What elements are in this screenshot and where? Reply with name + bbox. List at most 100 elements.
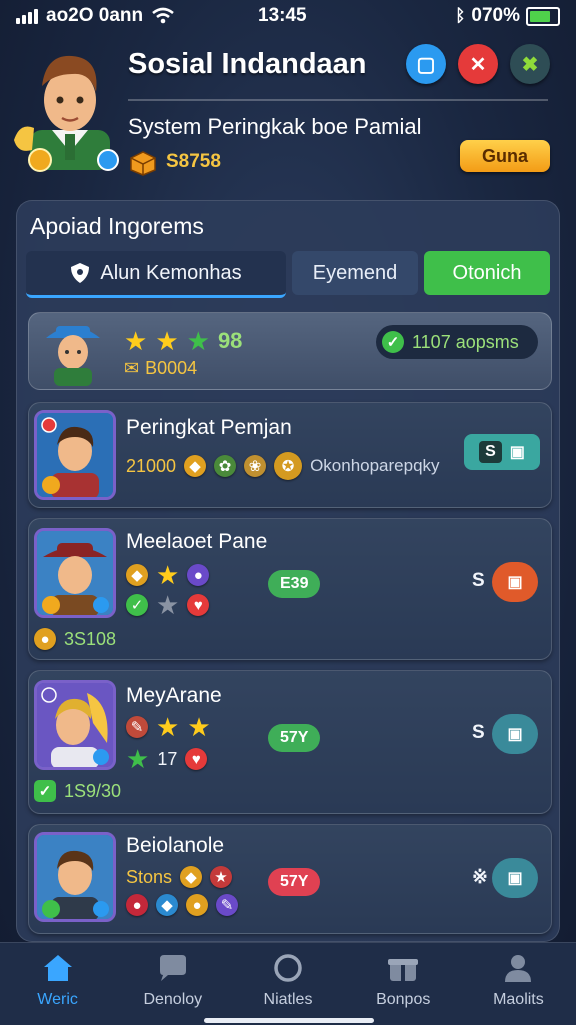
coin-balance: S8758 xyxy=(128,148,221,176)
player-points-value: 1S9/30 xyxy=(64,780,122,801)
coin-icon: ● xyxy=(34,628,56,650)
panel-title: Apoiad Ingorems xyxy=(30,213,204,239)
player-points-value: 3S108 xyxy=(64,628,117,649)
my-score: 98 xyxy=(217,328,243,353)
bottom-nav: Weric Denoloy Niatles Bonpos Maolits xyxy=(0,942,576,1025)
heart-icon: ♥ xyxy=(185,748,208,770)
status-left: ao2O 0ann xyxy=(16,5,175,27)
close-button[interactable]: ✕ xyxy=(458,44,498,84)
shirt-icon: ▣ xyxy=(507,574,523,591)
tab-bar: Alun Kemonhas Eyemend Otonich xyxy=(26,251,550,298)
check-icon: ✓ xyxy=(34,780,56,802)
treasure-icon xyxy=(130,151,156,176)
clock-text: 13:45 xyxy=(258,5,307,26)
my-points: ✉ B0004 xyxy=(124,358,197,379)
home-indicator xyxy=(204,1018,374,1023)
user-icon xyxy=(505,955,532,982)
coin-icon: ◆ xyxy=(184,455,207,477)
tools-icon: ✖ xyxy=(521,53,539,76)
nav-chat[interactable]: Denoloy xyxy=(115,943,230,1025)
page-title: Sosial Indandaan xyxy=(128,48,367,80)
tab-global[interactable]: Otonich xyxy=(424,251,550,295)
my-points-pill: ✓ 1107 aopsms xyxy=(376,325,538,359)
header-divider xyxy=(128,99,548,101)
player-portrait xyxy=(34,680,116,770)
shirt-icon: ▣ xyxy=(509,444,525,461)
my-stars: ★ ★ ★ 98 xyxy=(124,328,242,354)
gem-icon: ◆ xyxy=(156,894,178,916)
leaf-icon: ✿ xyxy=(214,455,237,477)
star-icon: ★ xyxy=(186,326,210,356)
player-caption: Okonhoparepqky xyxy=(310,456,440,475)
coin-icon: ◆ xyxy=(126,564,148,586)
envelope-icon: ✉ xyxy=(124,358,140,378)
home-icon xyxy=(43,955,72,981)
shield-icon xyxy=(71,263,90,283)
nav-profile[interactable]: Maolits xyxy=(461,943,576,1025)
my-avatar xyxy=(46,326,100,386)
feather-icon: ✎ xyxy=(126,716,148,738)
nav-bonus[interactable]: Bonpos xyxy=(346,943,461,1025)
bluetooth-icon: ᛒ xyxy=(455,6,466,25)
player-badges-top: ✎ ★ ★ xyxy=(126,712,211,742)
player-stats: 21000 ◆ ✿ ❀ ✪ Okonhoparepqky xyxy=(126,452,440,480)
player-portrait xyxy=(34,410,116,500)
action-tag: S xyxy=(479,441,502,463)
nav-matches-label: Niatles xyxy=(263,991,313,1008)
flower-icon: ❀ xyxy=(244,455,267,477)
star-icon: ★ xyxy=(126,744,150,774)
settings-button[interactable]: ✖ xyxy=(510,44,550,84)
player-avatar[interactable] xyxy=(10,42,120,172)
coin-value: S8758 xyxy=(166,151,221,172)
player-action-button[interactable]: S ▣ xyxy=(464,434,540,470)
level-tag: 57Y xyxy=(268,868,321,896)
player-action-button[interactable]: ▣ xyxy=(492,714,538,754)
star-icon: ★ xyxy=(156,560,180,590)
check-icon: ✓ xyxy=(382,331,404,353)
side-value: ※ xyxy=(472,867,488,888)
player-name: MeyArane xyxy=(126,684,222,707)
chat-icon xyxy=(159,955,186,981)
player-points-label: Stons xyxy=(126,866,173,887)
nav-home[interactable]: Weric xyxy=(0,943,115,1025)
shirt-icon: ▣ xyxy=(507,870,523,887)
gem-icon: ● xyxy=(187,564,210,586)
sub-value: 17 xyxy=(157,748,178,769)
heart-icon: ♥ xyxy=(187,594,210,616)
shield-badge-icon: ✓ xyxy=(126,594,148,616)
gift-icon xyxy=(388,959,419,981)
player-action-button[interactable]: ▣ xyxy=(492,858,538,898)
player-badges-top: ◆ ★ ● xyxy=(126,560,210,590)
pill-text: 1107 aopsms xyxy=(412,331,519,352)
star-icon: ★ xyxy=(156,712,180,742)
nav-matches[interactable]: Niatles xyxy=(230,943,345,1025)
star-icon: ★ xyxy=(124,326,148,356)
coin-icon: ◆ xyxy=(180,866,203,888)
player-points: ● 3S108 xyxy=(34,628,116,650)
carrier-text: ao2O 0ann xyxy=(46,5,144,26)
star-badge-icon: ★ xyxy=(210,866,233,888)
tab-friends[interactable]: Eyemend xyxy=(292,251,418,295)
player-portrait xyxy=(34,528,116,618)
nav-bonus-label: Bonpos xyxy=(376,991,431,1008)
player-badges-bottom: ✓ ★ ♥ xyxy=(126,592,210,618)
player-action-button[interactable]: ▣ xyxy=(492,562,538,602)
medal-icon: ✪ xyxy=(274,452,303,480)
player-portrait xyxy=(34,832,116,922)
star-icon: ★ xyxy=(187,712,211,742)
use-button[interactable]: Guna xyxy=(460,140,550,172)
my-points-value: B0004 xyxy=(145,358,198,378)
player-points: ✓ 1S9/30 xyxy=(34,780,121,802)
chat-button[interactable]: ▢ xyxy=(406,44,446,84)
tab-all[interactable]: Alun Kemonhas xyxy=(26,251,286,298)
side-value: S xyxy=(472,722,485,743)
nav-chat-label: Denoloy xyxy=(143,991,203,1008)
player-badges-top: Stons ◆ ★ xyxy=(126,866,233,888)
player-badges-bottom: ★ 17 ♥ xyxy=(126,744,208,774)
star-icon: ★ xyxy=(155,326,179,356)
circle-icon xyxy=(274,954,302,982)
shirt-icon: ▣ xyxy=(507,726,523,743)
player-name: Meelaoet Pane xyxy=(126,530,268,553)
status-right: ᛒ 070% xyxy=(455,5,560,27)
coin-icon: ● xyxy=(186,894,208,916)
